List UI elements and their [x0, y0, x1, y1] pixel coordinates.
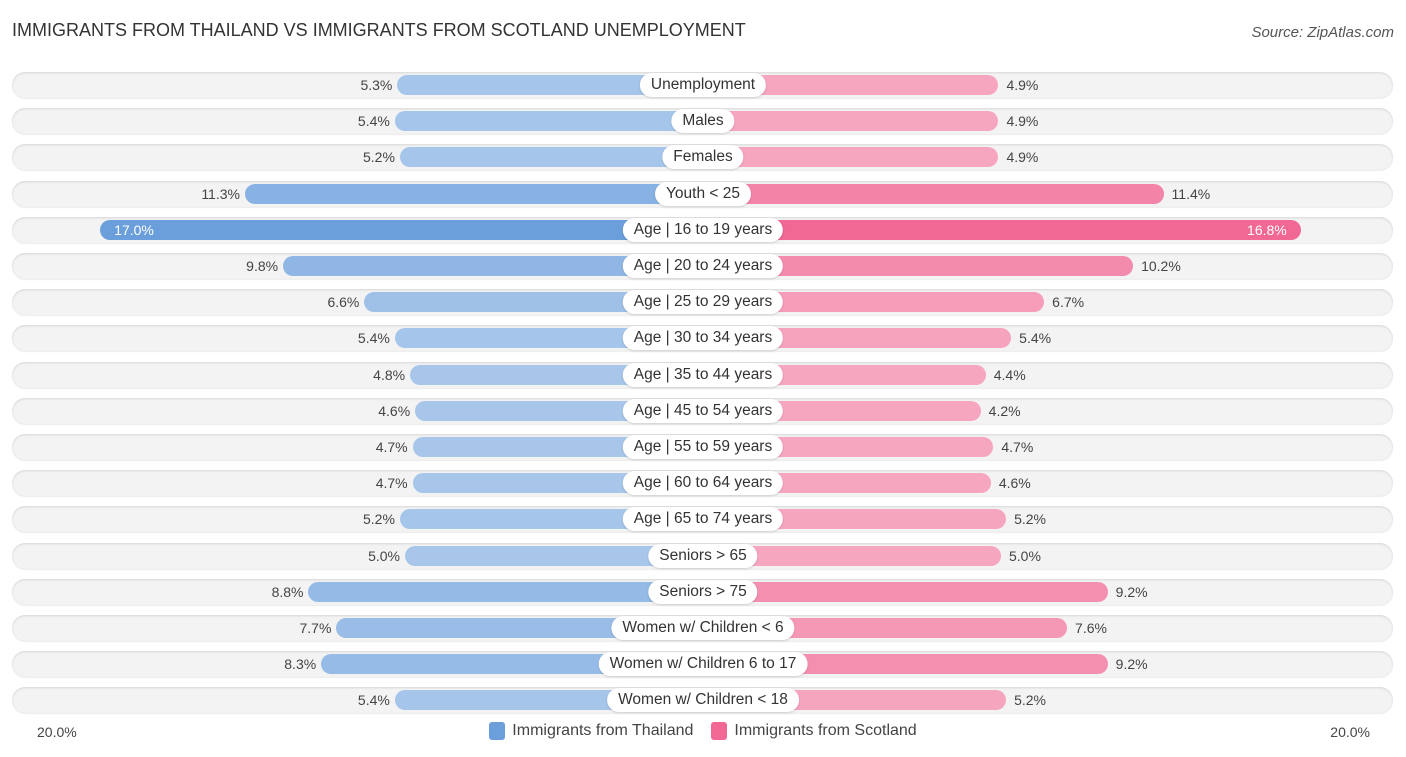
- bar-thailand[interactable]: [394, 111, 703, 132]
- value-label-thailand: 5.4%: [357, 692, 390, 709]
- value-label-thailand: 5.2%: [363, 149, 395, 166]
- value-label-scotland: 5.2%: [1014, 511, 1046, 528]
- legend: Immigrants from Thailand Immigrants from…: [0, 722, 1406, 740]
- bar-scotland[interactable]: [703, 183, 1164, 204]
- value-label-thailand: 5.3%: [360, 77, 393, 93]
- category-label: Women w/ Children < 6: [611, 616, 795, 640]
- legend-item-scotland[interactable]: Immigrants from Scotland: [711, 722, 917, 740]
- value-label-thailand: 5.0%: [368, 547, 400, 564]
- bar-thailand[interactable]: [308, 581, 703, 602]
- category-label: Youth < 25: [655, 181, 751, 206]
- category-label: Age | 25 to 29 years: [622, 290, 784, 315]
- category-label: Age | 65 to 74 years: [622, 507, 784, 532]
- bar-scotland[interactable]: [703, 111, 999, 132]
- bar-scotland[interactable]: [703, 581, 1108, 602]
- value-label-thailand: 4.8%: [373, 366, 406, 383]
- value-label-scotland: 4.9%: [1006, 149, 1039, 166]
- value-label-scotland: 10.2%: [1141, 258, 1181, 274]
- value-label-thailand: 5.2%: [363, 511, 395, 528]
- category-label: Age | 16 to 19 years: [622, 217, 784, 242]
- value-label-thailand: 8.3%: [284, 656, 317, 673]
- value-label-scotland: 16.8%: [1247, 221, 1287, 238]
- bar-scotland[interactable]: [703, 147, 999, 168]
- legend-item-thailand[interactable]: Immigrants from Thailand: [489, 722, 693, 740]
- category-label: Age | 60 to 64 years: [622, 471, 784, 496]
- value-label-thailand: 8.8%: [271, 583, 304, 600]
- value-label-thailand: 5.4%: [357, 113, 390, 130]
- value-label-scotland: 7.6%: [1075, 620, 1107, 636]
- category-label: Age | 45 to 54 years: [622, 398, 784, 423]
- value-label-thailand: 4.7%: [375, 475, 408, 492]
- category-label: Age | 20 to 24 years: [622, 254, 784, 278]
- value-label-scotland: 5.2%: [1014, 692, 1046, 709]
- category-label: Seniors > 65: [648, 543, 758, 568]
- value-label-scotland: 4.9%: [1006, 113, 1039, 130]
- category-label: Women w/ Children 6 to 17: [598, 652, 808, 677]
- legend-label-scotland: Immigrants from Scotland: [734, 722, 917, 739]
- value-label-scotland: 5.0%: [1009, 547, 1041, 564]
- category-label: Males: [671, 109, 735, 134]
- category-label: Seniors > 75: [648, 579, 758, 604]
- bar-thailand[interactable]: [100, 219, 703, 240]
- legend-swatch-thailand: [489, 722, 506, 740]
- category-label: Unemployment: [639, 73, 767, 97]
- category-label: Age | 30 to 34 years: [622, 326, 784, 351]
- value-label-thailand: 17.0%: [114, 221, 154, 238]
- value-label-thailand: 4.7%: [375, 439, 408, 455]
- value-label-scotland: 4.7%: [1001, 439, 1034, 455]
- value-label-thailand: 6.6%: [327, 294, 360, 311]
- category-label: Women w/ Children < 18: [607, 688, 799, 713]
- value-label-scotland: 4.6%: [998, 475, 1031, 492]
- legend-swatch-scotland: [711, 722, 728, 740]
- value-label-scotland: 11.4%: [1171, 185, 1211, 202]
- bar-thailand[interactable]: [244, 183, 703, 204]
- value-label-scotland: 4.9%: [1006, 77, 1039, 93]
- value-label-thailand: 7.7%: [299, 620, 332, 636]
- value-label-thailand: 5.4%: [357, 330, 390, 347]
- bar-scotland[interactable]: [703, 219, 1301, 240]
- category-label: Age | 35 to 44 years: [622, 362, 784, 387]
- bar-thailand[interactable]: [399, 147, 703, 168]
- value-label-scotland: 9.2%: [1115, 583, 1148, 600]
- value-label-scotland: 9.2%: [1115, 656, 1148, 673]
- category-label: Females: [662, 145, 744, 170]
- value-label-scotland: 4.4%: [993, 366, 1026, 383]
- category-label: Age | 55 to 59 years: [622, 435, 784, 459]
- value-label-scotland: 4.2%: [988, 402, 1021, 419]
- value-label-thailand: 4.6%: [378, 402, 411, 419]
- value-label-thailand: 9.8%: [246, 258, 279, 274]
- legend-label-thailand: Immigrants from Thailand: [512, 722, 694, 739]
- chart-area: 5.3% 4.9% Unemployment 5.4% 4.9% Males 5.2% 4.9…: [0, 0, 1406, 757]
- value-label-thailand: 11.3%: [201, 185, 240, 202]
- value-label-scotland: 5.4%: [1019, 330, 1052, 347]
- value-label-scotland: 6.7%: [1052, 294, 1085, 311]
